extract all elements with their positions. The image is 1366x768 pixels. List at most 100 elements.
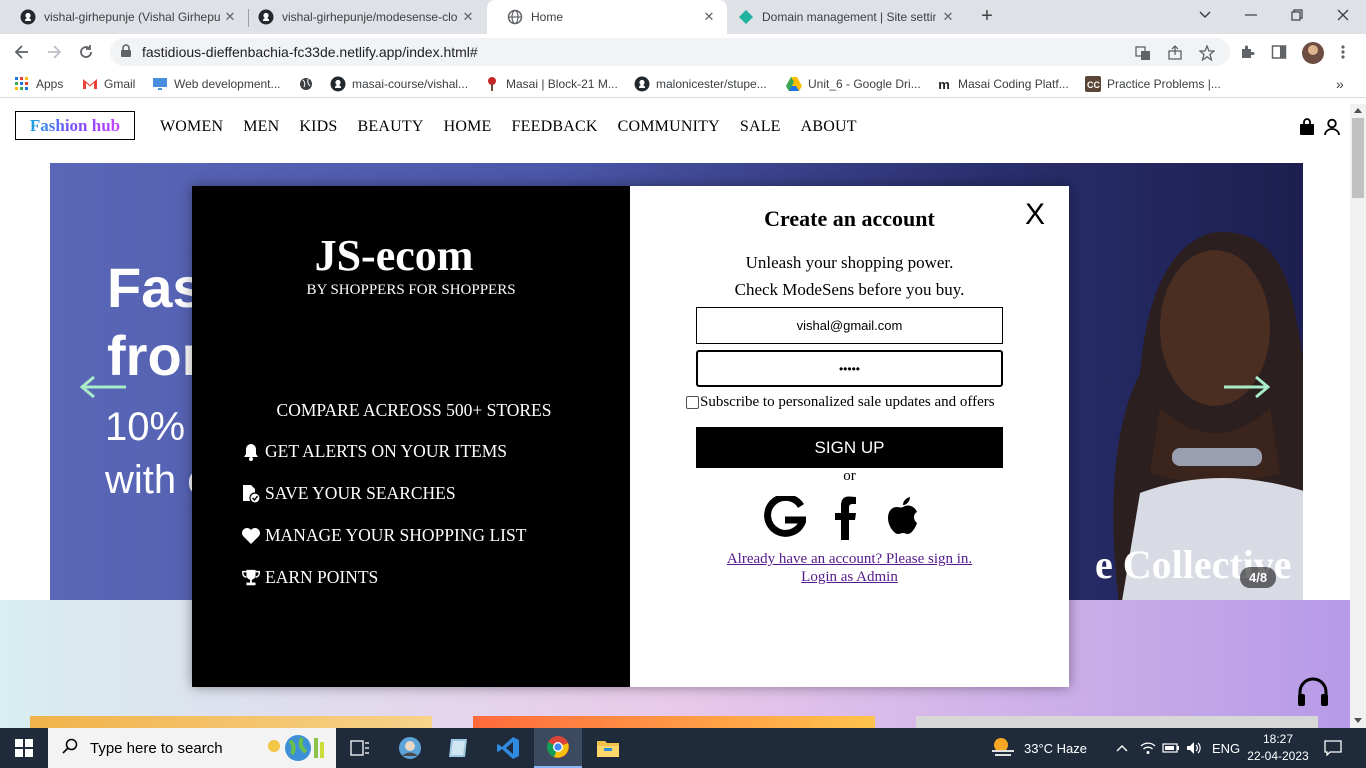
bookmark-malonicester[interactable]: malonicester/stupe... — [634, 76, 767, 92]
taskbar-app-vscode-icon[interactable] — [484, 728, 532, 768]
share-icon[interactable] — [1166, 44, 1184, 62]
minimize-button[interactable] — [1228, 0, 1274, 30]
taskbar-app-chrome-icon[interactable] — [534, 728, 582, 768]
bookmark-gmail[interactable]: Gmail — [82, 76, 135, 92]
google-drive-icon — [786, 76, 802, 92]
bookmark-label: Gmail — [104, 77, 136, 91]
close-window-button[interactable] — [1320, 0, 1366, 30]
close-icon[interactable]: ✕ — [940, 9, 956, 25]
close-icon[interactable]: ✕ — [701, 9, 717, 25]
clock-date: 22-04-2023 — [1247, 749, 1309, 763]
shopping-bag-icon[interactable] — [1298, 118, 1316, 141]
url-text[interactable]: fastidious-dieffenbachia-fc33de.netlify.… — [142, 44, 478, 60]
browser-tab-strip: vishal-girhepunje (Vishal Girhepunje) ✕ … — [0, 0, 1366, 34]
taskbar-app-notes-icon[interactable] — [434, 728, 482, 768]
password-field[interactable] — [696, 350, 1003, 387]
notification-center-icon[interactable] — [1324, 728, 1342, 768]
subscribe-checkbox[interactable] — [686, 396, 699, 409]
close-icon[interactable]: ✕ — [460, 9, 476, 25]
tray-overflow-chevron-icon[interactable] — [1116, 728, 1128, 768]
headphones-support-icon[interactable] — [1296, 676, 1330, 713]
tab-netlify-domain[interactable]: Domain management | Site settings ✕ — [718, 0, 966, 34]
scroll-down-arrow-icon[interactable] — [1354, 718, 1362, 723]
battery-icon[interactable] — [1162, 728, 1180, 768]
address-bar[interactable]: fastidious-dieffenbachia-fc33de.netlify.… — [110, 38, 1230, 66]
product-card[interactable] — [916, 716, 1318, 728]
wifi-network-icon[interactable] — [1140, 728, 1156, 768]
nav-home[interactable]: HOME — [444, 118, 492, 136]
apple-icon[interactable] — [886, 496, 920, 541]
bookmarks-overflow-chevron-icon[interactable]: » — [1336, 76, 1344, 92]
subscribe-option[interactable]: Subscribe to personalized sale updates a… — [686, 394, 995, 411]
nav-kids[interactable]: KIDS — [299, 118, 337, 136]
modal-title: Create an account — [764, 206, 935, 231]
facebook-icon[interactable] — [832, 496, 858, 545]
bookmark-unit6-drive[interactable]: Unit_6 - Google Dri... — [786, 76, 921, 92]
bookmark-globe[interactable] — [298, 76, 320, 92]
bookmark-web-development[interactable]: Web development... — [152, 76, 281, 92]
forward-button[interactable] — [42, 40, 66, 64]
bookmarks-bar: Apps Gmail Web development... masai-cour… — [0, 70, 1366, 98]
page-scrollbar[interactable] — [1350, 104, 1366, 728]
new-tab-button[interactable]: + — [976, 6, 998, 28]
back-button[interactable] — [10, 40, 34, 64]
signup-button[interactable]: SIGN UP — [696, 427, 1003, 468]
nav-about[interactable]: ABOUT — [801, 118, 857, 136]
scroll-up-arrow-icon[interactable] — [1354, 108, 1362, 113]
email-field[interactable] — [696, 307, 1003, 344]
close-icon[interactable]: ✕ — [222, 9, 238, 25]
tab-home[interactable]: Home ✕ — [487, 0, 727, 34]
carousel-prev-arrow-icon[interactable] — [79, 375, 128, 404]
monitor-icon — [152, 76, 168, 92]
tab-github-profile[interactable]: vishal-girhepunje (Vishal Girhepunje) ✕ — [0, 0, 248, 34]
translate-icon[interactable] — [1134, 44, 1152, 62]
weather-widget[interactable]: 33°C Haze — [990, 728, 1087, 768]
windows-start-button[interactable] — [0, 728, 48, 768]
taskbar-app-photos-icon[interactable] — [386, 728, 434, 768]
lock-icon[interactable] — [120, 44, 132, 63]
clock-time: 18:27 — [1262, 732, 1294, 746]
nav-feedback[interactable]: FEEDBACK — [512, 118, 598, 136]
product-card[interactable] — [30, 716, 432, 728]
nav-community[interactable]: COMMUNITY — [618, 118, 720, 136]
tab-github-repo[interactable]: vishal-girhepunje/modesense-clone ✕ — [238, 0, 486, 34]
site-logo[interactable]: Fashion hub — [15, 111, 135, 140]
kebab-menu-icon[interactable] — [1334, 43, 1352, 61]
admin-login-link[interactable]: Login as Admin — [630, 569, 1069, 586]
taskbar-search-box[interactable]: Type here to search — [48, 728, 336, 768]
restore-button[interactable] — [1274, 0, 1320, 30]
taskbar-clock[interactable]: 18:27 22-04-2023 — [1246, 731, 1310, 765]
bookmark-practice-problems[interactable]: CC Practice Problems |... — [1085, 76, 1221, 92]
bookmark-masai-course[interactable]: masai-course/vishal... — [330, 76, 468, 92]
nav-men[interactable]: MEN — [243, 118, 279, 136]
bookmark-masai-block[interactable]: Masai | Block-21 M... — [484, 76, 618, 92]
carousel-next-arrow-icon[interactable] — [1222, 375, 1271, 404]
nav-women[interactable]: WOMEN — [160, 118, 223, 136]
bookmark-apps[interactable]: Apps — [14, 76, 63, 92]
cc-icon: CC — [1085, 76, 1101, 92]
volume-icon[interactable] — [1186, 728, 1202, 768]
modal-close-button[interactable]: X — [1025, 198, 1045, 232]
signin-link[interactable]: Already have an account? Please sign in. — [630, 551, 1069, 568]
scrollbar-thumb[interactable] — [1352, 118, 1364, 198]
product-card[interactable] — [473, 716, 875, 728]
user-icon[interactable] — [1323, 118, 1341, 141]
feature-label: MANAGE YOUR SHOPPING LIST — [265, 525, 527, 545]
profile-avatar[interactable] — [1302, 42, 1324, 64]
reload-button[interactable] — [74, 40, 98, 64]
taskbar-app-file-explorer-icon[interactable] — [584, 728, 632, 768]
google-icon[interactable] — [764, 493, 808, 545]
masai-m-icon: m — [938, 76, 950, 92]
nav-sale[interactable]: SALE — [740, 118, 781, 136]
tab-search-chevron-icon[interactable] — [1182, 0, 1228, 30]
tab-title: vishal-girhepunje/modesense-clone — [282, 10, 458, 24]
input-language-indicator[interactable]: ENG — [1212, 728, 1240, 768]
task-view-icon[interactable] — [336, 728, 384, 768]
bookmark-star-icon[interactable] — [1198, 44, 1216, 62]
side-panel-icon[interactable] — [1270, 43, 1288, 61]
extensions-puzzle-icon[interactable] — [1238, 43, 1256, 61]
nav-beauty[interactable]: BEAUTY — [358, 118, 424, 136]
tab-title: Home — [531, 10, 564, 24]
search-highlight-globe-icon[interactable] — [262, 732, 332, 768]
bookmark-masai-coding[interactable]: m Masai Coding Platf... — [936, 76, 1069, 92]
